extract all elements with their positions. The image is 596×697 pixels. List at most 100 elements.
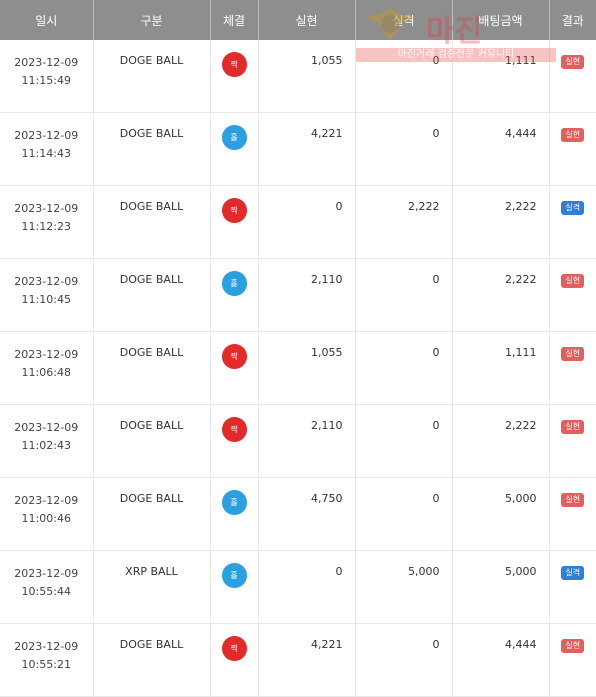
result-cell: 실격 <box>549 185 596 259</box>
loss-cell: 0 <box>355 404 453 478</box>
row-time: 11:00:46 <box>21 512 71 525</box>
table-row: 2023-12-09 10:55:21 DOGE BALL 짝 4,221 0 4,444 실… <box>0 623 596 697</box>
bet-badge: 짝 <box>221 198 247 223</box>
row-date: 2023-12-09 <box>14 202 79 215</box>
type-cell: DOGE BALL <box>93 331 211 405</box>
type-cell: XRP BALL <box>93 550 211 624</box>
result-cell: 실현 <box>549 623 596 697</box>
bet-cell: 홀 <box>210 477 259 551</box>
result-cell: 실현 <box>549 40 596 113</box>
row-time: 11:15:49 <box>21 74 71 87</box>
bet-badge: 짝 <box>221 417 247 442</box>
bet-badge: 홀 <box>221 490 247 515</box>
bet-cell: 홀 <box>210 550 259 624</box>
win-cell: 1,055 <box>258 331 356 405</box>
result-cell: 실격 <box>549 550 596 624</box>
row-time: 11:14:43 <box>21 147 71 160</box>
result-cell: 실현 <box>549 258 596 332</box>
amount-cell: 4,444 <box>452 623 550 697</box>
time-cell: 2023-12-09 11:06:48 <box>0 331 94 405</box>
time-cell: 2023-12-09 11:12:23 <box>0 185 94 259</box>
loss-cell: 0 <box>355 112 453 186</box>
header-win: 실현 <box>258 0 356 40</box>
loss-cell: 0 <box>355 623 453 697</box>
amount-cell: 2,222 <box>452 258 550 332</box>
time-cell: 2023-12-09 11:14:43 <box>0 112 94 186</box>
row-date: 2023-12-09 <box>14 56 79 69</box>
row-date: 2023-12-09 <box>14 348 79 361</box>
bet-badge: 짝 <box>221 344 247 369</box>
amount-cell: 1,111 <box>452 40 550 113</box>
time-cell: 2023-12-09 11:02:43 <box>0 404 94 478</box>
header-type: 구분 <box>93 0 211 40</box>
time-cell: 2023-12-09 11:10:45 <box>0 258 94 332</box>
header-loss: 실격 <box>355 0 453 40</box>
win-cell: 4,221 <box>258 623 356 697</box>
result-badge: 실현 <box>561 55 585 69</box>
table-row: 2023-12-09 11:15:49 DOGE BALL 짝 1,055 0 1,111 실… <box>0 40 596 113</box>
win-cell: 0 <box>258 185 356 259</box>
header-amount: 배팅금액 <box>452 0 550 40</box>
amount-cell: 5,000 <box>452 550 550 624</box>
type-cell: DOGE BALL <box>93 258 211 332</box>
result-cell: 실현 <box>549 477 596 551</box>
amount-cell: 2,222 <box>452 404 550 478</box>
loss-cell: 2,222 <box>355 185 453 259</box>
bet-cell: 짝 <box>210 623 259 697</box>
loss-cell: 0 <box>355 331 453 405</box>
type-cell: DOGE BALL <box>93 112 211 186</box>
time-cell: 2023-12-09 11:15:49 <box>0 40 94 113</box>
row-time: 11:12:23 <box>21 220 71 233</box>
table-row: 2023-12-09 11:12:23 DOGE BALL 짝 0 2,222 2,222 실… <box>0 185 596 259</box>
bet-cell: 짝 <box>210 40 259 113</box>
result-badge: 실현 <box>561 128 585 142</box>
type-cell: DOGE BALL <box>93 185 211 259</box>
bet-cell: 홀 <box>210 112 259 186</box>
loss-cell: 0 <box>355 258 453 332</box>
table-header-row: 일시 구분 체결 실현 실격 배팅금액 결과 <box>0 0 596 40</box>
result-badge: 실현 <box>561 347 585 361</box>
table-row: 2023-12-09 11:06:48 DOGE BALL 짝 1,055 0 1,111 실… <box>0 331 596 405</box>
result-badge: 실격 <box>561 201 585 215</box>
bet-cell: 짝 <box>210 185 259 259</box>
result-badge: 실현 <box>561 493 585 507</box>
row-date: 2023-12-09 <box>14 275 79 288</box>
header-bet: 체결 <box>210 0 259 40</box>
bet-badge: 홀 <box>221 563 247 588</box>
result-badge: 실격 <box>561 566 585 580</box>
row-date: 2023-12-09 <box>14 129 79 142</box>
type-cell: DOGE BALL <box>93 623 211 697</box>
type-cell: DOGE BALL <box>93 40 211 113</box>
bet-badge: 짝 <box>221 52 247 77</box>
header-time: 일시 <box>0 0 94 40</box>
win-cell: 4,750 <box>258 477 356 551</box>
loss-cell: 0 <box>355 40 453 113</box>
win-cell: 1,055 <box>258 40 356 113</box>
amount-cell: 4,444 <box>452 112 550 186</box>
type-cell: DOGE BALL <box>93 477 211 551</box>
row-date: 2023-12-09 <box>14 567 79 580</box>
row-date: 2023-12-09 <box>14 494 79 507</box>
result-badge: 실현 <box>561 639 585 653</box>
table-row: 2023-12-09 11:10:45 DOGE BALL 홀 2,110 0 2,222 실… <box>0 258 596 332</box>
table-row: 2023-12-09 10:55:44 XRP BALL 홀 0 5,000 5,000 실격 <box>0 550 596 624</box>
bet-badge: 홀 <box>221 271 247 296</box>
loss-cell: 0 <box>355 477 453 551</box>
table-row: 2023-12-09 11:00:46 DOGE BALL 홀 4,750 0 5,000 실… <box>0 477 596 551</box>
bet-badge: 짝 <box>221 636 247 661</box>
amount-cell: 5,000 <box>452 477 550 551</box>
amount-cell: 2,222 <box>452 185 550 259</box>
time-cell: 2023-12-09 11:00:46 <box>0 477 94 551</box>
table-row: 2023-12-09 11:02:43 DOGE BALL 짝 2,110 0 2,222 실… <box>0 404 596 478</box>
bet-cell: 짝 <box>210 404 259 478</box>
result-cell: 실현 <box>549 331 596 405</box>
row-time: 10:55:21 <box>21 658 71 671</box>
bet-history-table: 일시 구분 체결 실현 실격 배팅금액 결과 2023-12-09 11:15:4… <box>0 0 596 697</box>
win-cell: 0 <box>258 550 356 624</box>
result-cell: 실현 <box>549 404 596 478</box>
result-badge: 실현 <box>561 420 585 434</box>
row-time: 11:10:45 <box>21 293 71 306</box>
bet-cell: 짝 <box>210 331 259 405</box>
result-badge: 실현 <box>561 274 585 288</box>
row-time: 11:02:43 <box>21 439 71 452</box>
